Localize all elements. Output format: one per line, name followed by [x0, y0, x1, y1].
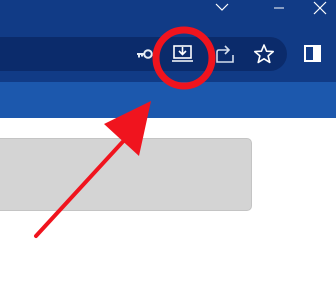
window-minimize-button[interactable] — [262, 0, 296, 16]
window-close-button[interactable] — [302, 0, 336, 16]
sidebar-icon[interactable] — [303, 44, 323, 64]
window-menu-button[interactable] — [206, 0, 240, 16]
star-icon[interactable] — [253, 43, 275, 65]
chevron-down-icon — [215, 3, 229, 11]
browser-toolbar — [0, 28, 336, 82]
minimize-icon — [274, 7, 284, 9]
close-icon — [313, 1, 327, 15]
title-bar — [0, 0, 336, 28]
install-app-icon[interactable] — [172, 43, 194, 65]
content-placeholder-box — [0, 138, 252, 211]
page-content — [0, 118, 336, 283]
share-icon[interactable] — [214, 43, 238, 65]
key-icon[interactable] — [135, 46, 155, 62]
address-bar[interactable] — [0, 37, 287, 71]
bookmarks-bar — [0, 82, 336, 118]
